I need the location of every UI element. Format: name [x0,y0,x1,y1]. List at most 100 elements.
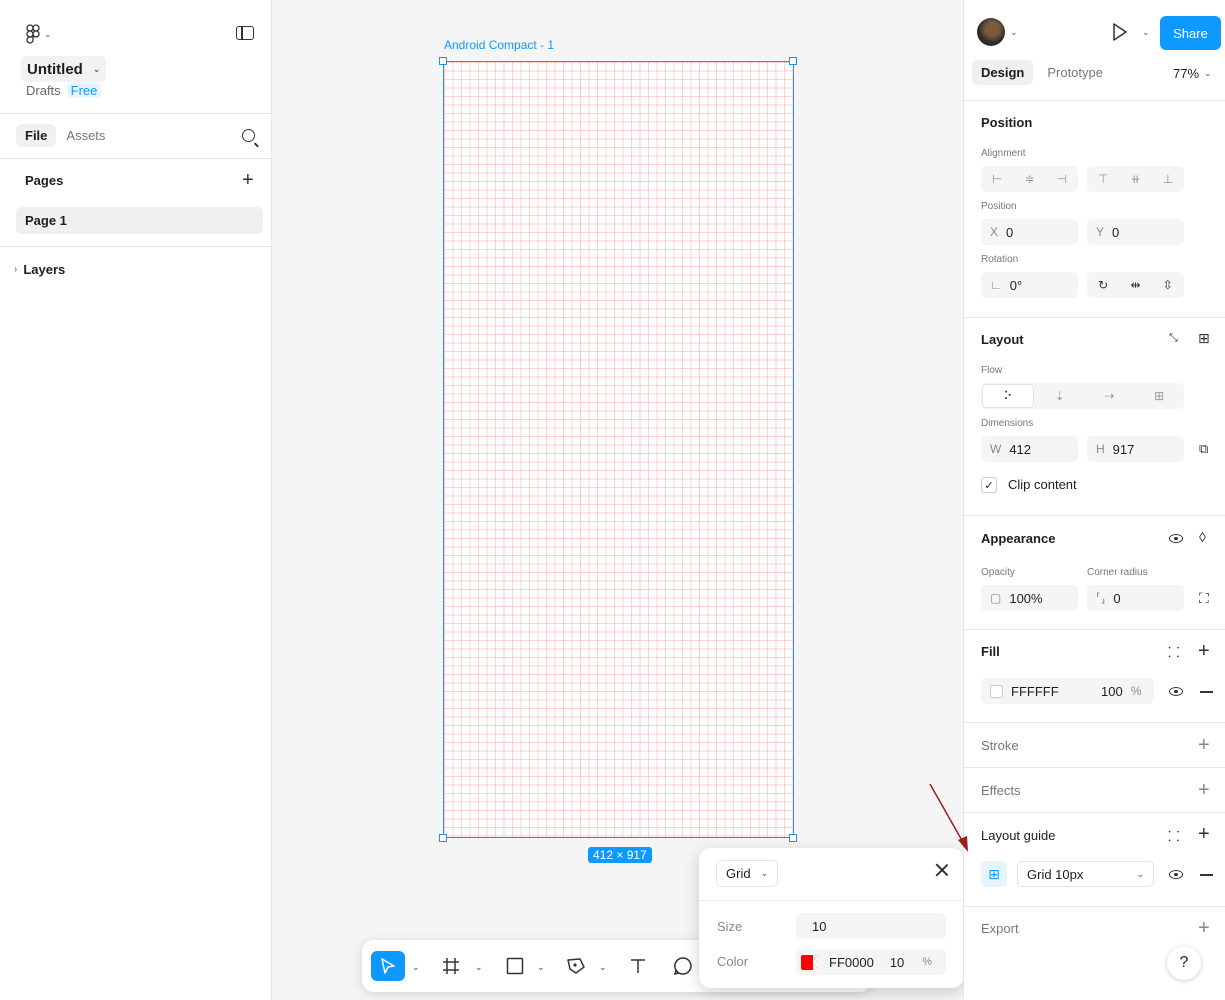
rotation-value: 0° [1009,277,1023,293]
chevron-down-icon: ⌄ [1204,68,1212,78]
opacity-input[interactable]: ▢ 100% [981,585,1078,611]
android-frame[interactable] [443,61,794,838]
fill-hex[interactable]: FFFFFF [1011,684,1093,699]
rotation-input[interactable]: ∟ 0° [981,272,1078,298]
grid-color-opacity[interactable]: 10 [890,955,904,970]
flip-vertical-icon[interactable]: ⇳ [1152,278,1184,292]
shape-tool-button[interactable] [504,951,526,981]
tab-assets[interactable]: Assets [66,128,105,143]
rotate-icon[interactable]: ↻ [1087,278,1119,292]
text-tool-button[interactable] [627,951,649,981]
align-left-icon[interactable]: ⊢ [981,172,1013,186]
align-right-icon[interactable]: ⊣ [1046,172,1078,186]
present-play-icon[interactable] [1112,22,1128,42]
page-item-label: Page 1 [25,213,67,228]
opacity-value: 100% [1009,590,1043,606]
eye-icon[interactable] [1169,534,1183,543]
grid-type-select[interactable]: Grid ⌄ [716,860,779,887]
add-export-icon[interactable]: + [1198,918,1210,938]
align-top-icon[interactable]: ⊤ [1087,172,1119,186]
add-page-icon[interactable]: + [242,170,254,190]
main-menu-button[interactable]: ⌄ [26,24,56,44]
corner-radius-input[interactable]: ⸢⸥ 0 [1087,585,1184,611]
search-icon[interactable] [242,129,255,142]
align-bottom-icon[interactable]: ⊥ [1152,172,1184,186]
plan-badge[interactable]: Free [66,83,102,98]
tab-file[interactable]: File [16,124,57,147]
independent-corners-icon[interactable]: ⛶ [1199,590,1209,607]
tab-prototype[interactable]: Prototype [1047,65,1103,80]
styles-grid-icon[interactable]: ⸬ [1168,643,1180,662]
frame-name-label[interactable]: Android Compact - 1 [444,38,554,52]
height-value: 917 [1112,441,1135,457]
x-input[interactable]: X 0 [981,219,1078,245]
eye-icon[interactable] [1169,687,1183,696]
divider [964,906,1225,907]
flow-horizontal-icon[interactable]: ⇢ [1085,389,1135,403]
resize-handle-top-left[interactable] [439,57,447,65]
remove-layout-guide-icon[interactable] [1200,874,1213,876]
tab-design[interactable]: Design [972,60,1034,85]
y-input[interactable]: Y 0 [1087,219,1184,245]
grid-size-input[interactable]: 10 [796,913,946,939]
layers-section-toggle[interactable]: › Layers [14,262,65,277]
flow-vertical-icon[interactable]: ⇣ [1035,389,1085,403]
avatar[interactable] [977,18,1005,46]
frame-size-badge: 412 × 917 [588,847,652,863]
height-input[interactable]: H 917 [1087,436,1184,462]
align-middle-v-icon[interactable]: ⧺ [1119,172,1151,186]
fill-row[interactable]: FFFFFF 100 % [981,678,1154,704]
move-tool-button[interactable] [371,951,405,981]
chevron-down-icon[interactable]: ⌄ [475,962,483,973]
comment-tool-button[interactable] [672,951,694,981]
layout-grid-icon[interactable]: ⊞ [981,861,1007,887]
file-title-button[interactable]: Untitled ⌄ [21,56,107,82]
corner-radius-icon: ⸢⸥ [1096,591,1106,605]
color-swatch[interactable] [801,954,819,970]
transform-group: ↻ ⇹ ⇳ [1087,272,1184,298]
chevron-down-icon[interactable]: ⌄ [1142,27,1150,38]
chevron-down-icon[interactable]: ⌄ [412,962,420,973]
grid-color-field[interactable]: FF0000 10 % [796,949,946,975]
flow-freeform-icon[interactable]: ⠕ [982,384,1034,408]
drafts-link[interactable]: Drafts [26,83,61,98]
page-item[interactable]: Page 1 [16,207,263,234]
resize-handle-bottom-right[interactable] [789,834,797,842]
add-fill-icon[interactable]: + [1198,641,1210,661]
divider [964,317,1225,318]
add-layout-guide-icon[interactable]: + [1198,824,1210,844]
flip-horizontal-icon[interactable]: ⇹ [1119,278,1151,292]
fill-opacity[interactable]: 100 [1101,684,1123,699]
stroke-heading: Stroke [981,738,1019,753]
collapse-icon[interactable]: ⤡ [1169,332,1178,345]
layout-guide-select[interactable]: Grid 10px ⌄ [1017,861,1154,887]
zoom-dropdown[interactable]: 77% ⌄ [1173,66,1212,81]
add-effect-icon[interactable]: + [1198,780,1210,800]
frame-tool-button[interactable] [440,951,462,981]
cursor-icon [381,958,395,974]
styles-grid-icon[interactable]: ⸬ [1168,827,1180,846]
pen-tool-button[interactable] [565,951,587,981]
remove-fill-icon[interactable] [1200,691,1213,693]
chevron-down-icon[interactable]: ⌄ [599,962,607,973]
close-icon[interactable] [935,863,949,877]
flow-grid-icon[interactable]: ⊞ [1134,389,1184,403]
clip-content-checkbox[interactable]: ✓ [981,477,997,493]
auto-layout-icon[interactable]: ⊞ [1198,330,1210,347]
resize-handle-bottom-left[interactable] [439,834,447,842]
blend-drop-icon[interactable]: ◊ [1199,529,1206,545]
add-stroke-icon[interactable]: + [1198,735,1210,755]
chevron-down-icon[interactable]: ⌄ [1010,27,1018,38]
width-input[interactable]: W 412 [981,436,1078,462]
resize-icon[interactable]: ⧉ [1199,441,1208,457]
grid-color-hex[interactable]: FF0000 [829,955,874,970]
share-button[interactable]: Share [1160,16,1221,50]
help-button[interactable]: ? [1167,946,1201,980]
chevron-down-icon: ⌄ [44,28,52,39]
sidebar-toggle-icon[interactable] [236,26,254,40]
chevron-down-icon[interactable]: ⌄ [537,962,545,973]
align-center-h-icon[interactable]: ≑ [1013,172,1045,186]
eye-icon[interactable] [1169,870,1183,879]
resize-handle-top-right[interactable] [789,57,797,65]
fill-color-swatch[interactable] [990,684,1003,698]
